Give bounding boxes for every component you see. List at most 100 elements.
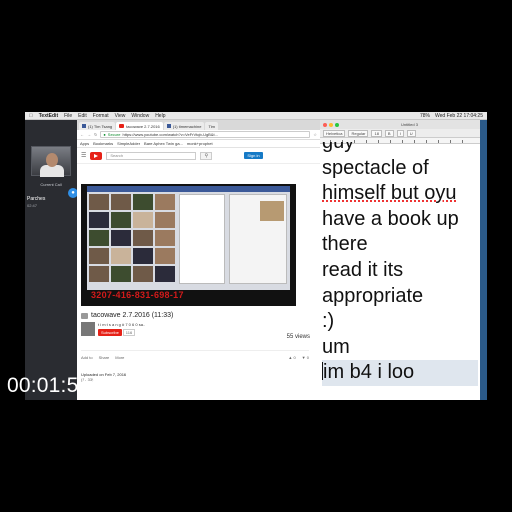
share-button[interactable]: Share <box>99 355 110 360</box>
tab-youtube-tacowave[interactable]: tacowave 2.7.2016 <box>116 122 163 130</box>
bold-button[interactable]: B <box>384 129 394 137</box>
desktop-background <box>480 120 487 400</box>
menu-icon[interactable]: ☰ <box>81 152 86 159</box>
youtube-search-input[interactable]: Search <box>106 151 197 160</box>
text-line-current: im b4 i loo <box>322 360 478 386</box>
textedit-window: Untitled 3 Helvetica Regular 18 B I U gu… <box>320 120 480 400</box>
video-overlay-number: 3207-416-831-698-17 <box>91 290 184 300</box>
bookmark-simpleadder[interactable]: SimpleAdder <box>117 141 140 146</box>
url-field[interactable]: ● Secure https://www.youtube.com/watch?v… <box>100 131 311 138</box>
browser-tabs: (1) Tim Tsang tacowave 2.7.2016 (1) time… <box>77 120 320 130</box>
forward-icon[interactable]: → <box>87 132 91 137</box>
like-button[interactable]: ▲ 0 <box>288 355 295 360</box>
facebook-icon <box>82 124 86 128</box>
like-count: 0 <box>293 355 296 360</box>
youtube-header: ☰ Search ⚲ Sign in <box>77 148 320 164</box>
desktop-screen:  TextEdit File Edit Format View Window … <box>25 112 487 400</box>
bookmark-folder[interactable]: Bookmarks <box>93 141 113 146</box>
youtube-icon <box>119 124 125 128</box>
tab-label: tacowave 2.7.2016 <box>126 123 160 129</box>
text-line: himself but oyu <box>322 182 457 205</box>
font-size-select[interactable]: 18 <box>371 129 382 137</box>
text-line: spectacle of <box>322 156 429 179</box>
menu-app-name[interactable]: TextEdit <box>39 113 58 119</box>
menu-file[interactable]: File <box>64 113 72 119</box>
sign-in-button[interactable]: Sign in <box>244 152 263 159</box>
lock-icon: ● <box>103 132 106 137</box>
reload-icon[interactable]: ↻ <box>94 132 97 137</box>
italic-button[interactable]: I <box>396 129 404 137</box>
back-icon[interactable]: ← <box>80 132 84 137</box>
text-line: there <box>322 233 368 256</box>
channel-name[interactable]: t i m t s a n g # 7 0 6 0 sa.. <box>98 322 145 327</box>
star-icon[interactable]: ☆ <box>313 132 317 137</box>
menu-bar:  TextEdit File Edit Format View Window … <box>25 112 487 120</box>
minimize-icon[interactable] <box>329 122 333 127</box>
subscribe-button[interactable]: Subscribe <box>98 329 122 336</box>
document-title: Untitled 3 <box>401 122 418 127</box>
bookmark-apps[interactable]: Apps <box>80 141 89 146</box>
caller-name: Parches <box>27 196 46 202</box>
tab-label: (1) timemachine <box>172 123 202 129</box>
dislike-count: 0 <box>306 355 309 360</box>
address-bar: ← → ↻ ● Secure https://www.youtube.com/w… <box>77 130 320 140</box>
menu-window[interactable]: Window <box>131 113 149 119</box>
menu-help[interactable]: Help <box>155 113 165 119</box>
zoom-icon[interactable] <box>335 122 339 127</box>
font-style-select[interactable]: Regular <box>348 129 369 137</box>
channel-avatar[interactable] <box>81 322 95 336</box>
facebook-icon <box>166 124 171 128</box>
call-duration: 02:47 <box>27 203 38 208</box>
video-frame <box>87 186 290 290</box>
menu-edit[interactable]: Edit <box>78 113 87 119</box>
more-button[interactable]: More <box>115 355 124 360</box>
bookmark-monk[interactable]: monk+prophet <box>187 141 213 146</box>
close-icon[interactable] <box>323 122 327 127</box>
tab-facebook-tim[interactable]: (1) Tim Tsang <box>79 122 116 130</box>
text-line: read it its <box>322 258 404 281</box>
text-editor-body[interactable]: guy spectacle of himself but oyu have a … <box>322 142 478 400</box>
video-thumbnail-grid <box>89 194 175 282</box>
add-to-button[interactable]: Add to <box>81 355 93 360</box>
bookmark-aphex[interactable]: Bare Aphex Twin ga... <box>144 141 183 146</box>
thumbs-down-icon: ▼ <box>301 355 306 360</box>
text-line: um <box>322 335 350 358</box>
video-player[interactable]: 3207-416-831-698-17 <box>81 184 296 306</box>
dislike-button[interactable]: ▼ 0 <box>302 355 309 360</box>
view-count: 55 views <box>286 334 310 340</box>
window-controls <box>323 122 339 127</box>
video-timecode: 00:01:54;28 <box>7 374 121 397</box>
caller-video <box>31 146 71 177</box>
tab-tim[interactable]: Tim <box>205 122 218 130</box>
menu-view[interactable]: View <box>115 113 126 119</box>
video-actions: Add to Share More ▲ 0 ▼ 0 <box>81 350 309 360</box>
call-panel: Current Call Parches 02:47 <box>25 120 77 400</box>
text-line: guy <box>322 142 355 153</box>
format-toolbar: Helvetica Regular 18 B I U <box>320 129 480 138</box>
text-line: have a book up <box>322 207 459 230</box>
call-label: Current Call <box>40 182 62 187</box>
underline-button[interactable]: U <box>406 129 416 137</box>
video-title: tacowave 2.7.2016 (11:33) <box>91 312 174 319</box>
tab-facebook-timemachine[interactable]: (1) timemachine <box>163 122 205 130</box>
text-line-current-text: im b4 i loo <box>323 361 415 384</box>
video-meta: tacowave 2.7.2016 (11:33) t i m t s a n … <box>81 312 316 382</box>
secure-label: Secure <box>107 132 121 137</box>
thumbs-up-icon: ▲ <box>288 355 293 360</box>
youtube-logo[interactable] <box>90 151 103 160</box>
menu-format[interactable]: Format <box>93 113 109 119</box>
microphone-icon: ● <box>71 190 75 196</box>
textedit-titlebar: Untitled 3 <box>320 120 480 129</box>
menu-clock[interactable]: Wed Feb 22 17:04:25 <box>435 113 483 119</box>
youtube-play-icon <box>90 151 103 160</box>
search-icon[interactable]: ⚲ <box>200 151 213 160</box>
bookmarks-bar: Apps Bookmarks SimpleAdder Bare Aphex Tw… <box>77 140 320 148</box>
url-text: https://www.youtube.com/watch?v=VeFrVtqb… <box>122 132 218 137</box>
apple-icon[interactable]:  <box>29 113 33 119</box>
video-panel <box>179 194 225 284</box>
text-line: appropriate <box>322 284 424 307</box>
tab-label: Tim <box>208 123 215 129</box>
video-panel <box>229 194 287 284</box>
battery-status[interactable]: 78% <box>420 113 430 119</box>
font-family-select[interactable]: Helvetica <box>323 129 346 137</box>
